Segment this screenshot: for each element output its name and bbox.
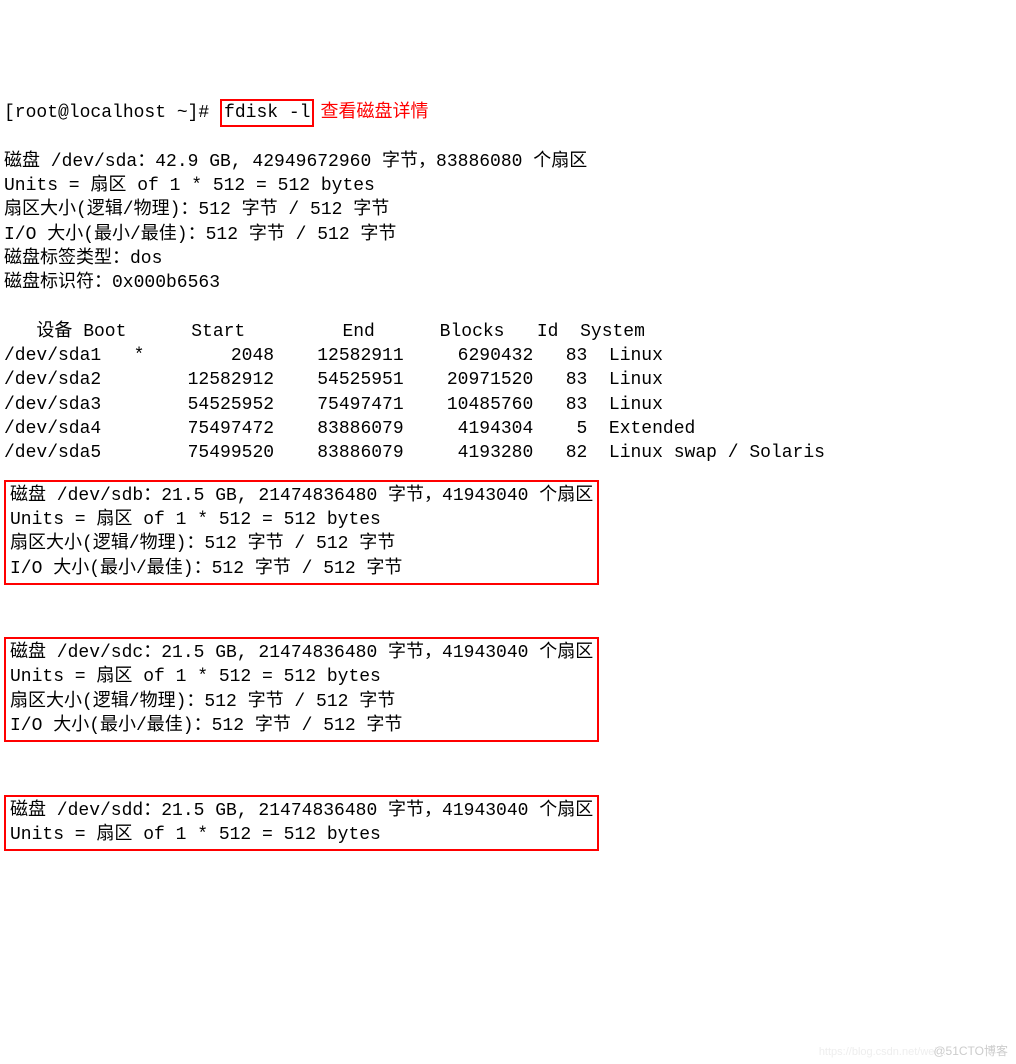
- partition-table-header: 设备 Boot Start End Blocks Id System: [4, 322, 645, 342]
- disk-b-sector: 扇区大小(逻辑/物理)：512 字节 / 512 字节: [10, 534, 395, 554]
- disk-a-ident: 磁盘标识符：0x000b6563: [4, 273, 220, 293]
- disk-b-units: Units = 扇区 of 1 * 512 = 512 bytes: [10, 510, 381, 530]
- command-highlight: fdisk -l: [220, 99, 314, 127]
- disk-a-header: 磁盘 /dev/sda：42.9 GB, 42949672960 字节，8388…: [4, 152, 587, 172]
- partition-row: /dev/sda3 54525952 75497471 10485760 83 …: [4, 395, 663, 415]
- watermark-51cto: @51CTO博客: [933, 1043, 1008, 1059]
- annotation-label: 查看磁盘详情: [320, 103, 428, 123]
- disk-b-highlight: 磁盘 /dev/sdb：21.5 GB, 21474836480 字节，4194…: [4, 480, 599, 585]
- disk-b-header: 磁盘 /dev/sdb：21.5 GB, 21474836480 字节，4194…: [10, 486, 593, 506]
- disk-d-highlight: 磁盘 /dev/sdd：21.5 GB, 21474836480 字节，4194…: [4, 795, 599, 852]
- disk-a-units: Units = 扇区 of 1 * 512 = 512 bytes: [4, 176, 375, 196]
- disk-c-highlight: 磁盘 /dev/sdc：21.5 GB, 21474836480 字节，4194…: [4, 637, 599, 742]
- disk-b-io: I/O 大小(最小/最佳)：512 字节 / 512 字节: [10, 559, 402, 579]
- shell-prompt: [root@localhost ~]#: [4, 103, 220, 123]
- disk-a-sector: 扇区大小(逻辑/物理)：512 字节 / 512 字节: [4, 200, 389, 220]
- partition-row: /dev/sda2 12582912 54525951 20971520 83 …: [4, 370, 663, 390]
- terminal-output: [root@localhost ~]# fdisk -l 查看磁盘详情 磁盘 /d…: [4, 101, 1012, 865]
- partition-row: /dev/sda1 * 2048 12582911 6290432 83 Lin…: [4, 346, 663, 366]
- disk-c-io: I/O 大小(最小/最佳)：512 字节 / 512 字节: [10, 716, 402, 736]
- disk-a-label: 磁盘标签类型：dos: [4, 249, 162, 269]
- disk-c-header: 磁盘 /dev/sdc：21.5 GB, 21474836480 字节，4194…: [10, 643, 593, 663]
- command-text: fdisk -l: [224, 103, 310, 123]
- disk-c-sector: 扇区大小(逻辑/物理)：512 字节 / 512 字节: [10, 692, 395, 712]
- disk-d-units: Units = 扇区 of 1 * 512 = 512 bytes: [10, 825, 381, 845]
- disk-c-units: Units = 扇区 of 1 * 512 = 512 bytes: [10, 667, 381, 687]
- partition-row: /dev/sda4 75497472 83886079 4194304 5 Ex…: [4, 419, 695, 439]
- disk-d-header: 磁盘 /dev/sdd：21.5 GB, 21474836480 字节，4194…: [10, 801, 593, 821]
- partition-row: /dev/sda5 75499520 83886079 4193280 82 L…: [4, 443, 825, 463]
- disk-a-io: I/O 大小(最小/最佳)：512 字节 / 512 字节: [4, 225, 396, 245]
- watermark-csdn: https://blog.csdn.net/wei...: [819, 1045, 946, 1060]
